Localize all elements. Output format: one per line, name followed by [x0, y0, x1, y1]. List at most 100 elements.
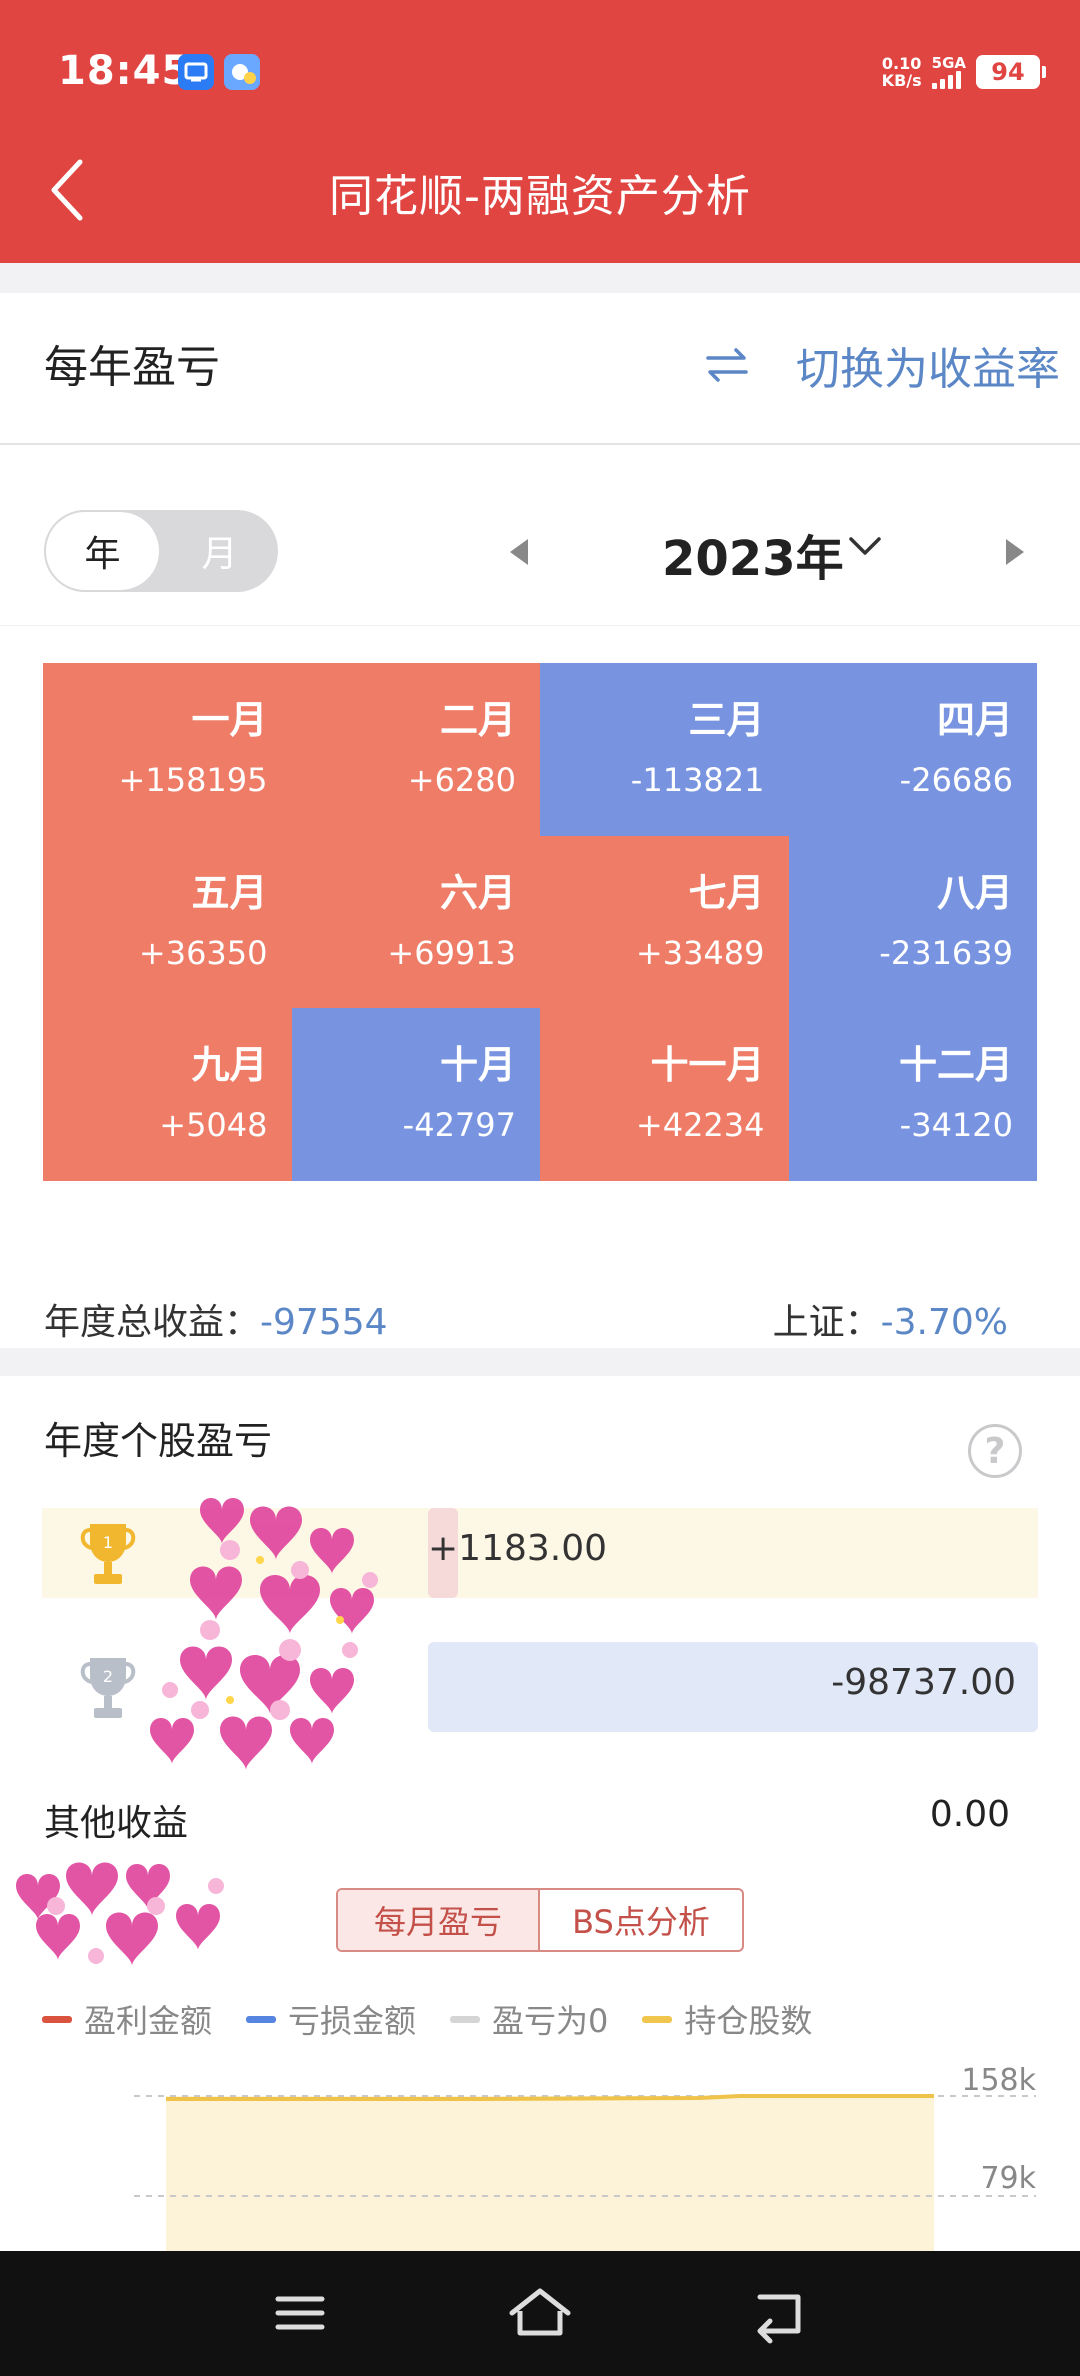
month-value: -113821 [630, 761, 765, 799]
monthly-pl-chart: 158k 79k [134, 2066, 1037, 2251]
annual-total: 年度总收益：-97554 [44, 1293, 388, 1345]
rank-2-number: 2 [103, 1667, 113, 1686]
gold-trophy-icon: 1 [80, 1524, 136, 1584]
annual-total-label: 年度总收益： [44, 1302, 261, 1343]
month-cell[interactable]: 四月 -26686 [788, 663, 1037, 836]
legend-swatch [42, 2015, 72, 2023]
heart-sticker-overlay [150, 1498, 378, 1770]
legend-label: 盈亏为0 [492, 2002, 609, 2040]
month-cell[interactable]: 九月 +5048 [43, 1008, 292, 1182]
month-name: 三月 [688, 698, 765, 742]
month-value: +69913 [387, 933, 516, 972]
month-cell[interactable]: 五月 +36350 [43, 835, 292, 1009]
month-value: -34120 [899, 1106, 1013, 1145]
annual-pl-title: 每年盈亏 [44, 342, 220, 393]
divider [0, 625, 1080, 626]
legend-label: 持仓股数 [684, 2002, 813, 2040]
net-speed: 0.10 KB/s [881, 54, 922, 90]
month-name: 十二月 [898, 1043, 1013, 1088]
month-cell[interactable]: 六月 +69913 [291, 835, 540, 1009]
status-right: 0.10 KB/s 5GA 94 [881, 52, 1046, 92]
signal-bars-icon [931, 71, 961, 89]
month-value: +42234 [635, 1106, 765, 1145]
help-icon[interactable]: ? [968, 1424, 1022, 1478]
month-name: 九月 [191, 1043, 268, 1088]
sse-index-change: 上证：-3.70% [773, 1293, 1008, 1345]
chevron-down-icon[interactable] [845, 525, 885, 565]
month-cell[interactable]: 三月 -113821 [540, 663, 789, 836]
home-icon[interactable] [500, 2281, 580, 2345]
month-value: -42797 [402, 1106, 516, 1145]
legend-label: 盈利金额 [84, 2002, 213, 2040]
switch-label: 切换为收益率 [796, 344, 1060, 395]
month-cell[interactable]: 八月 -231639 [788, 835, 1037, 1009]
month-name: 八月 [936, 870, 1013, 915]
month-cell[interactable]: 十二月 -34120 [788, 1008, 1037, 1182]
y-tick-label: 158k [961, 2066, 1036, 2098]
legend-item-holdings[interactable]: 持仓股数 [642, 1996, 812, 2042]
annual-pl-card: 每年盈亏 切换为收益率 年 月 2023年 一月 +158195 二月 +6280 三月… [0, 293, 1080, 1348]
signal-indicator: 5GA [931, 54, 966, 89]
month-grid: 一月 +158195 二月 +6280 三月 -113821 四月 -26686 五月 +3635… [43, 663, 1037, 1182]
page-title: 同花顺-两融资产分析 [329, 171, 751, 222]
rank-1-value: +1183.00 [428, 1528, 608, 1569]
holdings-area [166, 2096, 934, 2251]
month-cell[interactable]: 十一月 +42234 [540, 1008, 789, 1182]
rank-2-value: -98737.00 [831, 1662, 1016, 1703]
month-name: 七月 [688, 870, 765, 915]
back-icon[interactable] [740, 2281, 820, 2345]
legend-swatch [642, 2015, 673, 2023]
top-bar: 18:45 0.10 KB/s 5GA 94 同花顺-两融资产分析 [0, 0, 1080, 263]
annual-total-value: -97554 [260, 1302, 388, 1343]
other-income-value: 0.00 [929, 1794, 1010, 1835]
month-name: 四月 [936, 698, 1013, 742]
swap-icon [706, 348, 748, 382]
legend-item-loss[interactable]: 亏损金额 [246, 1996, 416, 2042]
legend-item-zero[interactable]: 盈亏为0 [450, 1996, 608, 2042]
chart-legend: 盈利金额 亏损金额 盈亏为0 持仓股数 [42, 1996, 812, 2042]
heart-sticker-overlay-2 [16, 1862, 224, 1966]
silver-trophy-icon: 2 [80, 1658, 136, 1718]
year-selector[interactable]: 2023年 [662, 519, 844, 589]
tab-bs-analysis[interactable]: BS点分析 [540, 1890, 742, 1950]
month-name: 一月 [191, 698, 268, 742]
legend-item-profit[interactable]: 盈利金额 [42, 1996, 212, 2042]
year-picker: 2023年 [500, 507, 1060, 597]
month-cell[interactable]: 一月 +158195 [43, 663, 292, 836]
legend-swatch [450, 2015, 481, 2023]
sse-value: -3.70% [880, 1302, 1008, 1343]
period-toggle[interactable]: 年 月 [44, 510, 278, 592]
next-year-icon[interactable] [1006, 539, 1024, 565]
switch-to-return-rate-button[interactable]: 切换为收益率 [704, 333, 1060, 397]
period-month-option[interactable]: 月 [161, 510, 278, 592]
battery-icon: 94 [976, 55, 1046, 89]
month-value: +6280 [407, 761, 516, 799]
stock-pl-title: 年度个股盈亏 [44, 1419, 273, 1463]
month-cell[interactable]: 七月 +33489 [540, 835, 789, 1009]
legend-label: 亏损金额 [288, 2002, 417, 2040]
month-value: -26686 [899, 761, 1013, 799]
divider [0, 443, 1080, 445]
y-tick-label: 79k [980, 2161, 1036, 2196]
sse-label: 上证： [772, 1302, 881, 1343]
app-root: 18:45 0.10 KB/s 5GA 94 同花顺-两融资产分析 每年盈亏 切… [0, 0, 1080, 2376]
menu-icon[interactable] [260, 2281, 340, 2345]
month-name: 十一月 [650, 1043, 765, 1088]
tab-monthly-pl[interactable]: 每月盈亏 [338, 1890, 541, 1950]
month-name: 十月 [439, 1043, 516, 1088]
legend-swatch [246, 2015, 277, 2023]
month-value: +158195 [118, 761, 268, 799]
month-name: 五月 [191, 870, 268, 915]
month-name: 六月 [439, 870, 516, 915]
signal-label: 5GA [931, 54, 966, 72]
month-cell[interactable]: 十月 -42797 [291, 1008, 540, 1182]
notification-app-icon-2 [224, 54, 260, 90]
chart-tabs: 每月盈亏 BS点分析 [336, 1888, 744, 1952]
prev-year-icon[interactable] [510, 539, 528, 565]
system-nav-bar [0, 2251, 1080, 2376]
month-cell[interactable]: 二月 +6280 [291, 663, 540, 836]
month-value: +5048 [159, 1106, 268, 1145]
month-value: +33489 [635, 933, 765, 972]
status-time: 18:45 [58, 48, 191, 94]
period-year-option[interactable]: 年 [44, 510, 161, 592]
